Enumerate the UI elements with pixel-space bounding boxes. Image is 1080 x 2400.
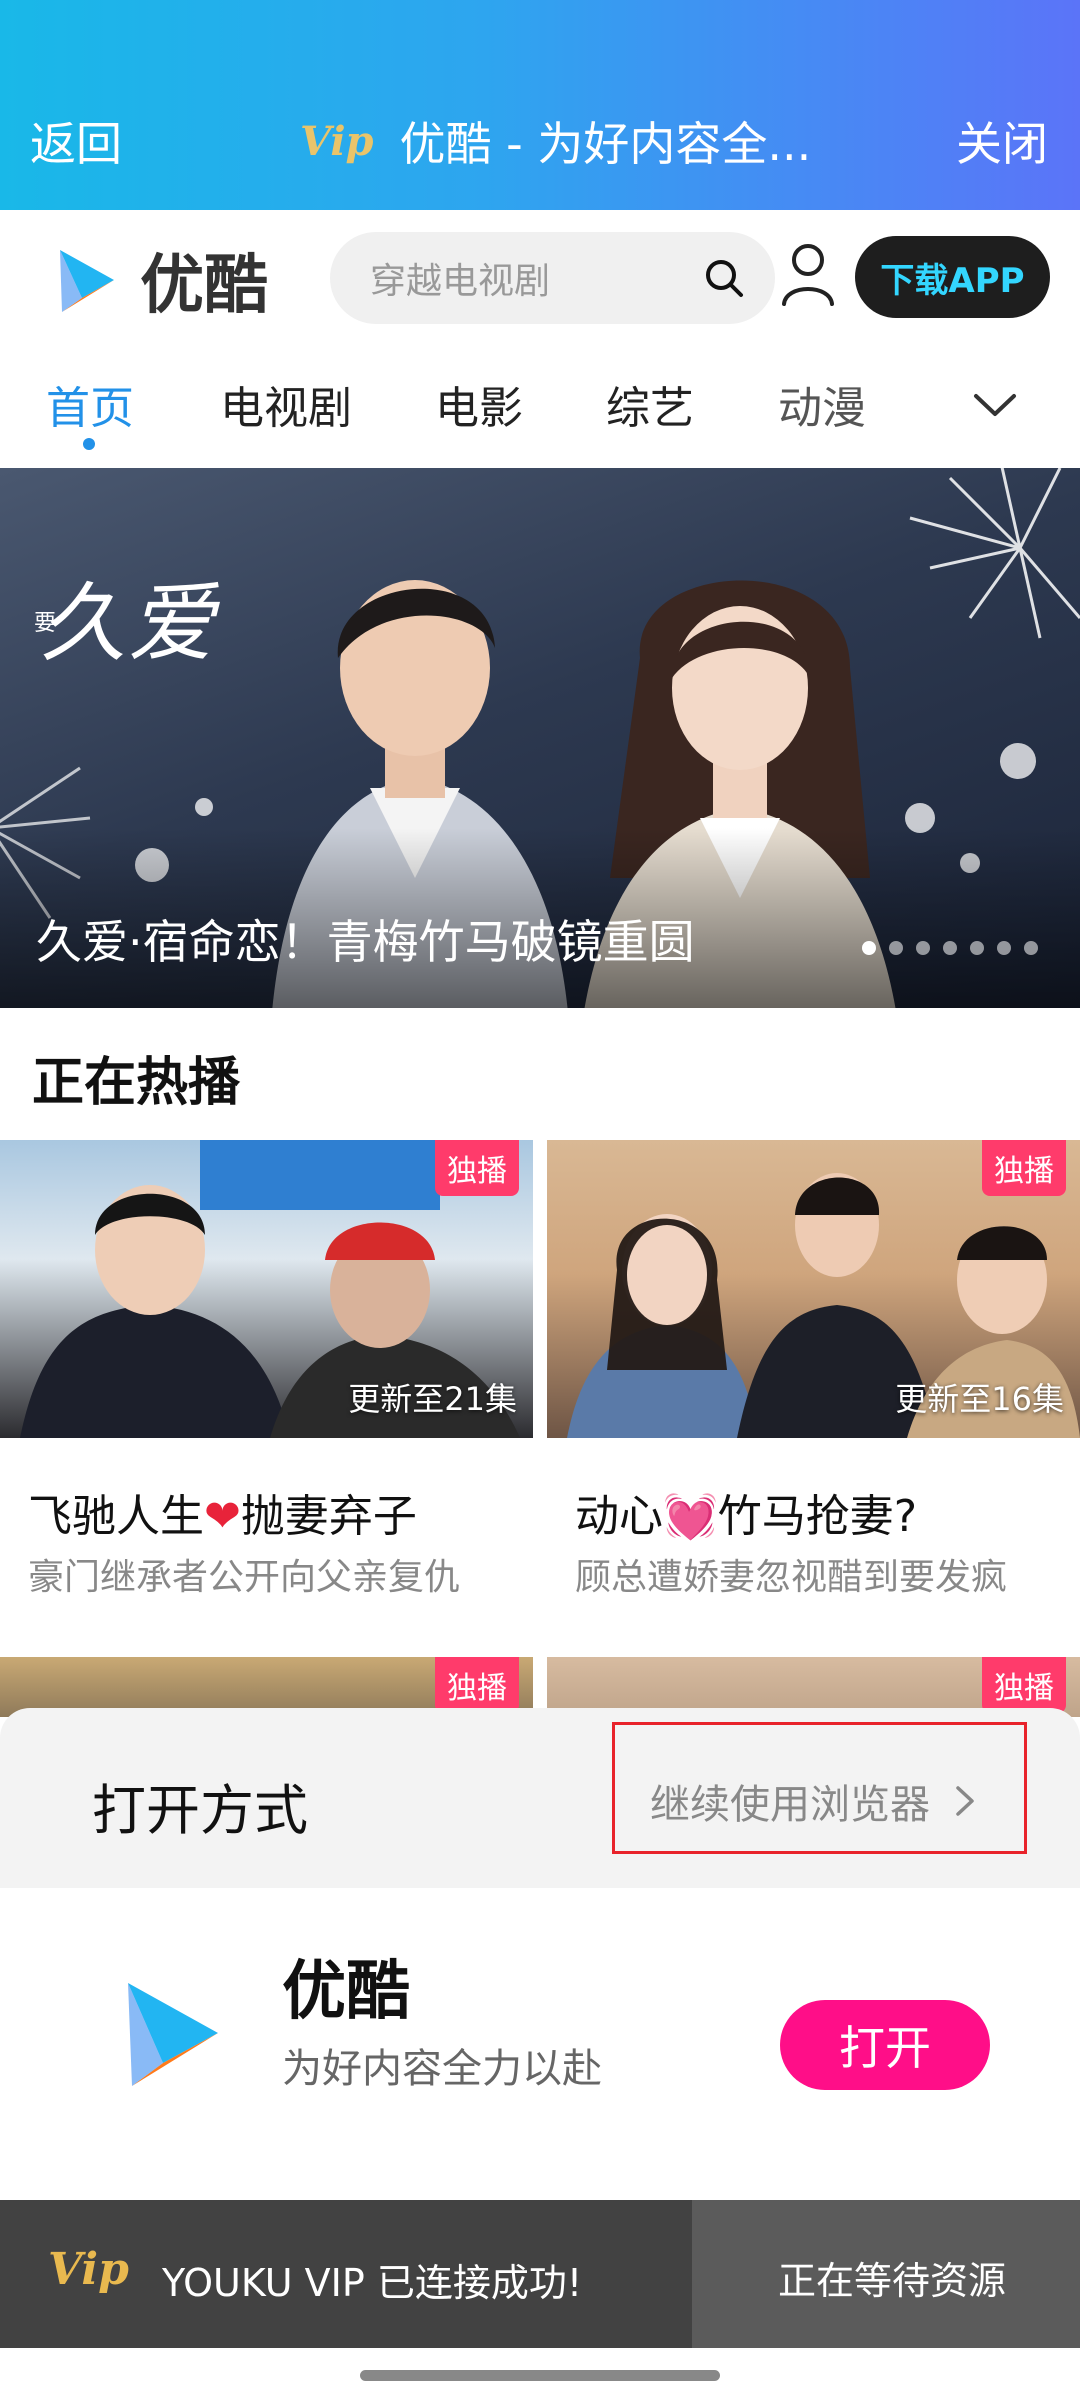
- download-app-button[interactable]: 下载APP: [855, 236, 1050, 318]
- show-logo-prefix: 要: [34, 611, 59, 636]
- exclusive-badge: 独播: [982, 1140, 1066, 1196]
- video-title-part: 竹马抢妻?: [717, 1491, 918, 1542]
- chevron-down-icon[interactable]: [970, 380, 1020, 430]
- carousel-dot[interactable]: [997, 941, 1011, 955]
- home-indicator[interactable]: [360, 2370, 720, 2381]
- search-icon[interactable]: [703, 257, 745, 299]
- bokeh-light: [195, 798, 213, 816]
- tab-movies[interactable]: 电影: [435, 372, 523, 436]
- app-option: 优酷 为好内容全力以赴 打开: [0, 1888, 1080, 2200]
- video-thumbnail[interactable]: 独播 更新至16集: [547, 1140, 1080, 1438]
- back-button[interactable]: 返回: [30, 108, 122, 174]
- waiting-resource-label: 正在等待资源: [778, 2259, 1007, 2303]
- bokeh-light: [1000, 743, 1036, 779]
- user-icon[interactable]: [780, 240, 836, 310]
- carousel-dot[interactable]: [862, 941, 876, 955]
- vip-icon: Vip: [48, 2244, 129, 2295]
- video-subtitle: 顾总遭娇妻忽视醋到要发疯: [575, 1557, 1008, 1598]
- video-card[interactable]: 独播 更新至16集 动心💓竹马抢妻? 顾总遭娇妻忽视醋到要发疯: [547, 1140, 1080, 1620]
- video-title-part: 动心: [575, 1491, 663, 1542]
- video-title: 动心💓竹马抢妻?: [575, 1480, 917, 1544]
- exclusive-badge: 独播: [982, 1657, 1066, 1713]
- tab-anime[interactable]: 动漫: [778, 372, 866, 436]
- site-header: 优酷 穿越电视剧 下载APP: [0, 210, 1080, 350]
- search-input[interactable]: 穿越电视剧: [370, 252, 703, 304]
- heart-icon: ❤: [204, 1491, 241, 1542]
- carousel-dot[interactable]: [916, 941, 930, 955]
- youku-logo-icon: [60, 250, 114, 312]
- video-title-part: 飞驰人生: [28, 1491, 204, 1542]
- carousel-dot[interactable]: [889, 941, 903, 955]
- carousel-dot[interactable]: [1024, 941, 1038, 955]
- page-title: 优酷 - 为好内容全...: [399, 117, 812, 171]
- episode-update-label: 更新至16集: [895, 1380, 1064, 1418]
- close-button[interactable]: 关闭: [956, 108, 1048, 174]
- open-with-label: 打开方式: [92, 1779, 308, 1842]
- continue-browser-button[interactable]: 继续使用浏览器: [650, 1772, 976, 1830]
- video-title: 飞驰人生❤抛妻弃子: [28, 1480, 417, 1544]
- carousel-indicator[interactable]: [862, 941, 1038, 955]
- exclusive-badge: 独播: [435, 1657, 519, 1713]
- tab-variety[interactable]: 综艺: [606, 372, 694, 436]
- page-title-area: Vip 优酷 - 为好内容全...: [300, 108, 811, 174]
- carousel-dot[interactable]: [943, 941, 957, 955]
- youku-app-icon: [128, 1983, 218, 2086]
- hero-banner[interactable]: 要 久爱 久爱·宿命恋！青梅竹马破镜重圆: [0, 468, 1080, 1008]
- youku-logo[interactable]: 优酷: [52, 234, 268, 326]
- vip-status-bar: Vip YOUKU VIP 已连接成功! 正在等待资源: [0, 2200, 1080, 2348]
- tab-tv-series[interactable]: 电视剧: [220, 372, 352, 436]
- app-description: 为好内容全力以赴: [282, 2046, 602, 2092]
- video-card[interactable]: 独播 更新至21集 飞驰人生❤抛妻弃子 豪门继承者公开向父亲复仇: [0, 1140, 533, 1620]
- show-logo: 要 久爱: [34, 553, 216, 678]
- sheet-header: 打开方式 继续使用浏览器: [0, 1708, 1080, 1888]
- category-nav: 首页 电视剧 电影 综艺 动漫: [0, 350, 1080, 468]
- heart-icon: 💓: [663, 1491, 718, 1542]
- search-box[interactable]: 穿越电视剧: [330, 232, 775, 324]
- video-thumbnail[interactable]: 独播 更新至21集: [0, 1140, 533, 1438]
- banner-caption: 久爱·宿命恋！青梅竹马破镜重圆: [36, 915, 695, 969]
- brand-name: 优酷: [140, 249, 268, 323]
- video-subtitle: 豪门继承者公开向父亲复仇: [28, 1557, 461, 1598]
- chevron-right-icon: [956, 1786, 974, 1816]
- tab-home[interactable]: 首页: [46, 372, 134, 436]
- exclusive-badge: 独播: [435, 1140, 519, 1196]
- gesture-bar-area: [0, 2348, 1080, 2400]
- continue-browser-label: 继续使用浏览器: [650, 1782, 930, 1828]
- vip-icon: Vip: [300, 117, 374, 165]
- section-title-hot: 正在热播: [32, 1053, 241, 1113]
- active-tab-indicator: [83, 438, 95, 450]
- open-app-button[interactable]: 打开: [780, 2000, 990, 2090]
- browser-top-bar: 返回 Vip 优酷 - 为好内容全... 关闭: [0, 0, 1080, 210]
- episode-update-label: 更新至21集: [348, 1380, 517, 1418]
- vip-connected-message: YOUKU VIP 已连接成功!: [162, 2261, 583, 2305]
- carousel-dot[interactable]: [970, 941, 984, 955]
- show-logo-text: 久爱: [40, 574, 216, 674]
- video-title-part: 抛妻弃子: [240, 1491, 417, 1542]
- app-name: 优酷: [282, 1955, 410, 2029]
